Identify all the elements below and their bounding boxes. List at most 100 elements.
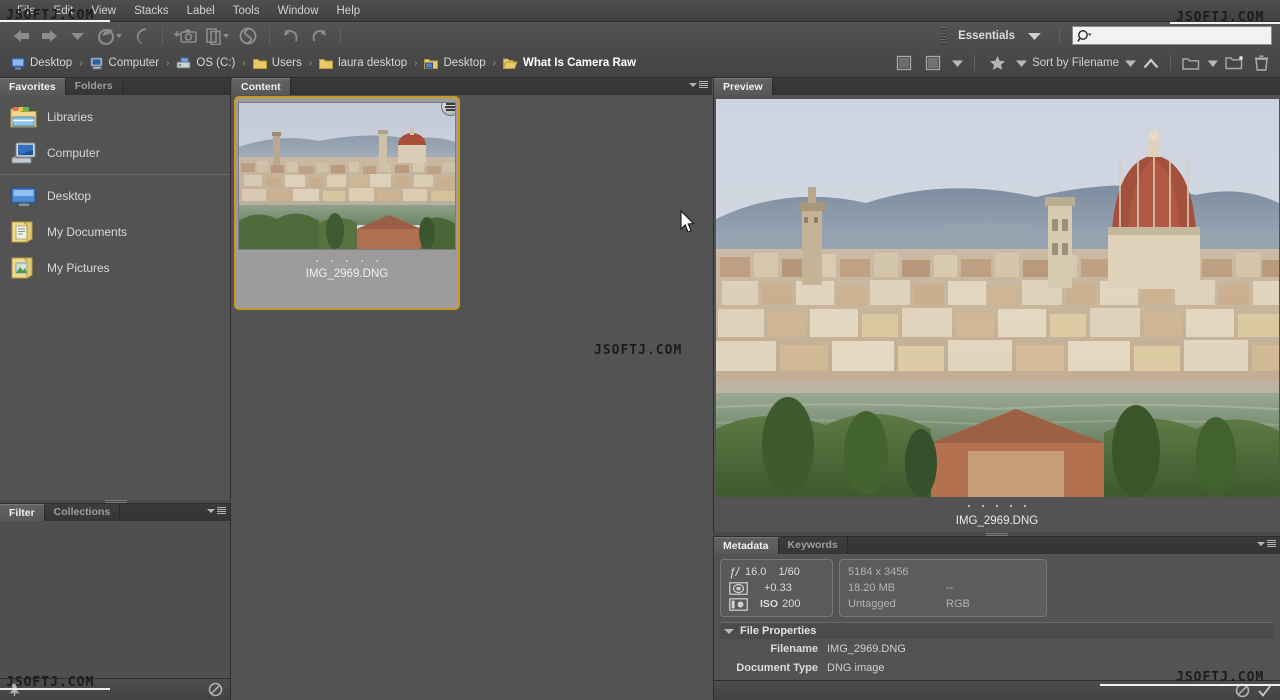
filter-tabbar: Filter Collections [0, 504, 230, 521]
breadcrumb-item-computer[interactable]: Computer [87, 55, 163, 72]
tab-metadata[interactable]: Metadata [714, 537, 779, 554]
workspace-grip-handle[interactable] [941, 26, 947, 45]
search-input[interactable] [1072, 26, 1272, 45]
filter-criteria-list[interactable] [0, 521, 230, 678]
watermark: JSOFTJ.COM [594, 343, 683, 358]
filter-panel: Filter Collections [0, 503, 231, 700]
filter-panel-menu-icon[interactable] [207, 507, 226, 514]
sidebar-item-my-pictures[interactable]: My Pictures [0, 250, 230, 286]
delete-item-trash-icon[interactable] [1250, 52, 1272, 74]
content-grid[interactable]: IMG_2969.DNG [232, 95, 712, 700]
metering-row: +0.33 [729, 580, 824, 596]
view-dropdown-icon[interactable] [949, 52, 965, 74]
refresh-icon[interactable] [235, 25, 261, 47]
iso-row: ISO 200 [729, 596, 824, 612]
desktop-icon [11, 57, 25, 69]
aperture-f-icon: ƒ/ [729, 565, 740, 579]
preview-panel: Preview IMG_2969.DNG [713, 78, 1280, 535]
favorites-divider [0, 174, 230, 175]
clear-filter-icon[interactable] [208, 682, 223, 697]
tab-folders[interactable]: Folders [65, 78, 123, 95]
breadcrumb-item-laura-desktop[interactable]: laura desktop [316, 55, 410, 72]
breadcrumb-item-desktop-folder[interactable]: Desktop [421, 55, 488, 72]
sidebar-item-my-documents[interactable]: My Documents [0, 214, 230, 250]
boomerang-photo-downloader-icon[interactable] [92, 25, 126, 47]
folder-dropdown-icon[interactable] [1205, 52, 1220, 74]
preview-image[interactable] [715, 99, 1279, 497]
metadata-row-filename: Filename IMG_2969.DNG [720, 639, 1274, 658]
thumbnail-filename: IMG_2969.DNG [305, 268, 389, 280]
breadcrumb-separator-bar [974, 55, 976, 71]
sidebar-item-label: Libraries [47, 110, 94, 124]
breadcrumb-separator: › [79, 57, 83, 69]
tab-content[interactable]: Content [232, 78, 291, 95]
menu-item-label[interactable]: Label [178, 0, 224, 22]
breadcrumb-label: Computer [108, 57, 160, 69]
thumbnail-rating-dots[interactable] [316, 260, 378, 262]
thumbnail-image[interactable] [238, 102, 456, 250]
sidebar-item-desktop[interactable]: Desktop [0, 178, 230, 214]
watermark: JSOFTJ.COM [1176, 10, 1265, 25]
sort-by-label[interactable]: Sort by Filename [1032, 57, 1119, 69]
breadcrumb-item-current-folder[interactable]: What Is Camera Raw [500, 55, 639, 72]
preview-rating-dots[interactable] [968, 505, 1026, 507]
sidebar-item-computer[interactable]: Computer [0, 135, 230, 171]
menu-item-stacks[interactable]: Stacks [125, 0, 178, 22]
sort-ascending-icon[interactable] [1141, 52, 1161, 74]
sidebar-item-libraries[interactable]: Libraries [0, 99, 230, 135]
breadcrumb-separator: › [308, 57, 313, 69]
favorites-tabbar: Favorites Folders [0, 78, 230, 95]
output-module-icon[interactable] [203, 25, 233, 47]
folder-icon [252, 58, 267, 69]
search-text-field[interactable] [1092, 29, 1252, 42]
breadcrumb-item-users[interactable]: Users [250, 55, 305, 72]
toolbar-separator-4 [1059, 27, 1060, 44]
desktop-screen-icon [10, 186, 37, 206]
favorites-list: Libraries Computer Desktop My Documents … [0, 95, 230, 503]
thumbnail-item[interactable]: IMG_2969.DNG [234, 96, 460, 310]
adobe-bridge-window: File Edit View Stacks Label Tools Window… [0, 0, 1280, 700]
filter-rating-star-icon[interactable] [984, 52, 1010, 74]
tab-preview[interactable]: Preview [714, 78, 773, 95]
aperture-row: ƒ/ 16.0 1/60 [729, 564, 824, 580]
breadcrumb-item-os-c[interactable]: OS (C:) [173, 55, 238, 72]
preview-filename: IMG_2969.DNG [955, 515, 1039, 527]
metadata-value[interactable]: IMG_2969.DNG [827, 643, 906, 655]
tab-collections[interactable]: Collections [44, 504, 121, 521]
refine-icon[interactable] [128, 25, 154, 47]
menu-bar: File Edit View Stacks Label Tools Window… [0, 0, 1280, 22]
metadata-value[interactable]: DNG image [827, 662, 884, 674]
tab-favorites[interactable]: Favorites [0, 78, 66, 95]
breadcrumb-separator: › [414, 57, 418, 69]
dimensions-value: 5184 x 3456 [848, 566, 909, 578]
tab-filter[interactable]: Filter [0, 504, 45, 521]
right-panel-splitter[interactable] [713, 532, 1280, 536]
menu-item-tools[interactable]: Tools [224, 0, 269, 22]
tab-keywords[interactable]: Keywords [778, 537, 848, 554]
menu-item-help[interactable]: Help [328, 0, 370, 22]
view-thumbnails-grid-icon[interactable] [891, 52, 917, 74]
recent-folders-dropdown-icon[interactable] [64, 25, 90, 47]
metadata-key: Filename [770, 642, 818, 655]
exposure-compensation-value: +0.33 [764, 582, 792, 594]
back-arrow-icon[interactable] [8, 25, 34, 47]
disclosure-triangle-icon[interactable] [724, 628, 734, 634]
view-details-icon[interactable] [920, 52, 946, 74]
left-panel-splitter[interactable] [0, 500, 231, 503]
open-recent-folder-icon[interactable] [1180, 52, 1202, 74]
breadcrumb-item-desktop[interactable]: Desktop [8, 55, 75, 72]
forward-arrow-icon[interactable] [36, 25, 62, 47]
menu-item-window[interactable]: Window [269, 0, 328, 22]
workspace-essentials-label[interactable]: Essentials [958, 30, 1015, 42]
rotate-counterclockwise-icon[interactable] [278, 25, 304, 47]
new-folder-icon[interactable] [1223, 52, 1247, 74]
workspace-dropdown-icon[interactable] [1021, 25, 1047, 47]
file-properties-section-header[interactable]: File Properties [720, 622, 1274, 639]
sort-dropdown-icon[interactable] [1122, 52, 1138, 74]
filter-dropdown-icon[interactable] [1013, 52, 1029, 74]
rotate-clockwise-icon[interactable] [306, 25, 332, 47]
content-panel-menu-icon[interactable] [689, 81, 708, 88]
camera-import-icon[interactable] [171, 25, 201, 47]
section-title: File Properties [740, 625, 817, 637]
metadata-panel-menu-icon[interactable] [1257, 540, 1276, 547]
